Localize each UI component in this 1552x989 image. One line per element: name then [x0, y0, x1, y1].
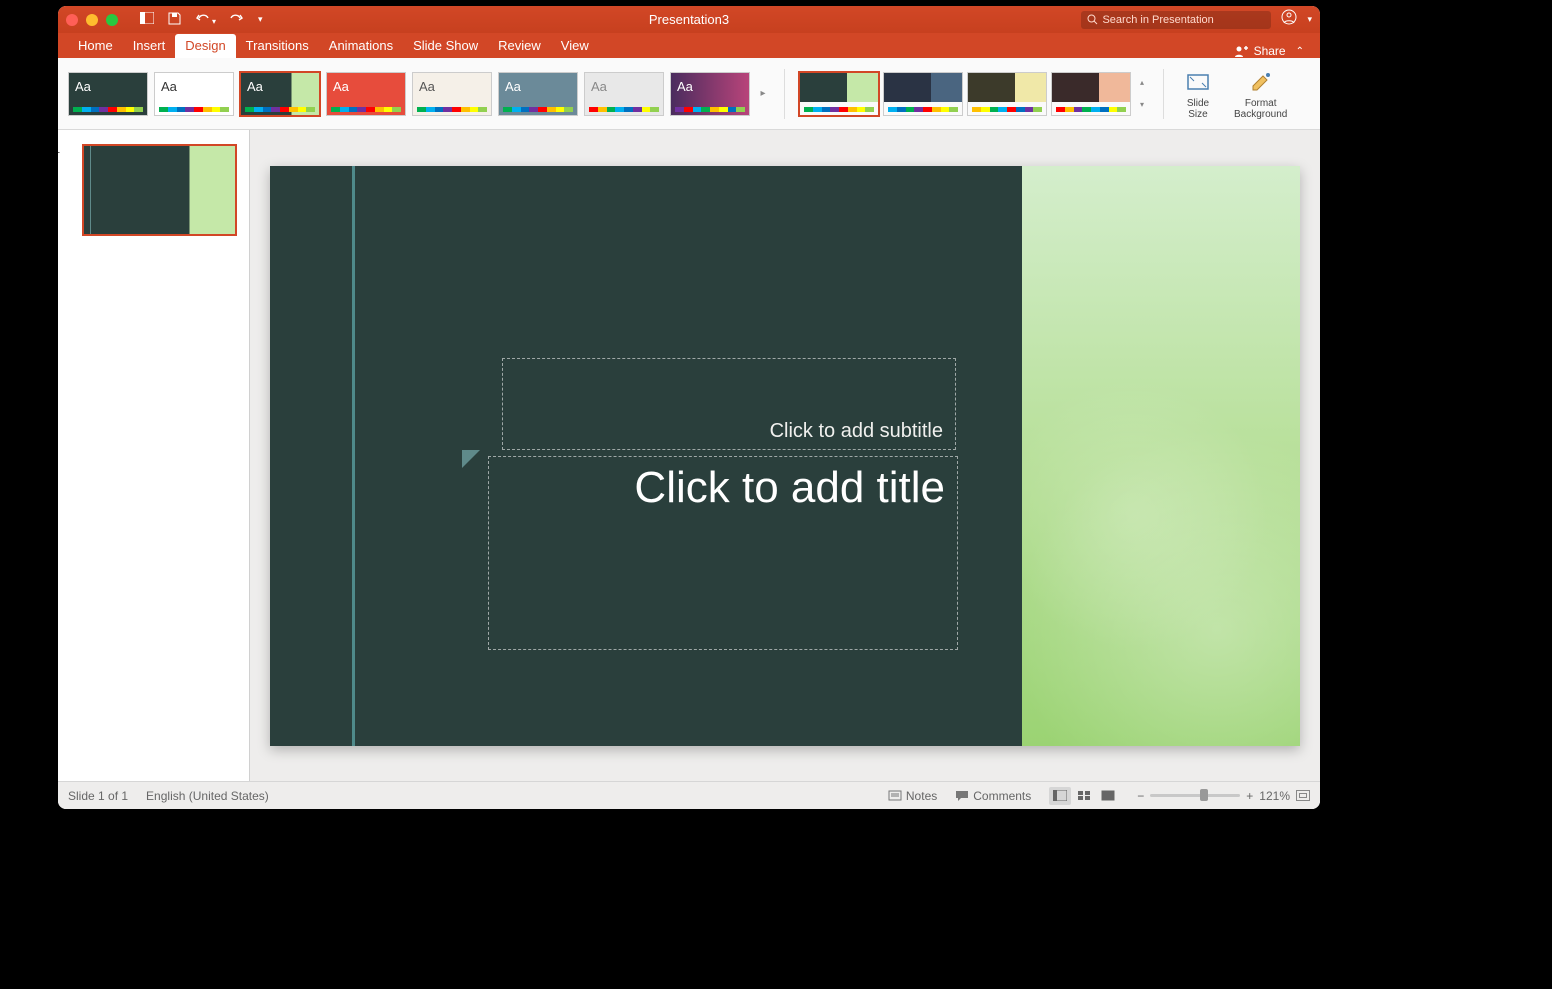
- undo-icon[interactable]: ▾: [195, 12, 216, 27]
- variant-option[interactable]: [1051, 72, 1131, 116]
- reading-view-button[interactable]: [1097, 787, 1119, 805]
- ribbon-tabs: Home Insert Design Transitions Animation…: [58, 33, 1320, 58]
- share-button[interactable]: Share ⌃: [1234, 44, 1310, 58]
- titlebar: ▾ ▾ Presentation3 Search in Presentation…: [58, 6, 1320, 33]
- search-placeholder: Search in Presentation: [1102, 14, 1213, 26]
- tab-insert[interactable]: Insert: [123, 34, 176, 58]
- tab-review[interactable]: Review: [488, 34, 551, 58]
- separator: [784, 69, 785, 119]
- tab-view[interactable]: View: [551, 34, 599, 58]
- theme-option[interactable]: Aa: [412, 72, 492, 116]
- format-background-button[interactable]: Format Background: [1228, 66, 1293, 122]
- tab-design[interactable]: Design: [175, 34, 235, 58]
- variant-option-selected[interactable]: [799, 72, 879, 116]
- redo-icon[interactable]: [230, 12, 244, 27]
- decorative-triangle-icon: [462, 450, 480, 468]
- status-bar: Slide 1 of 1 English (United States) Not…: [58, 781, 1320, 809]
- more-variants-button[interactable]: ▴▾: [1135, 72, 1149, 116]
- tab-home[interactable]: Home: [68, 34, 123, 58]
- subtitle-text: Click to add subtitle: [770, 420, 943, 443]
- tab-transitions[interactable]: Transitions: [236, 34, 319, 58]
- variants-gallery: ▴▾: [799, 72, 1149, 116]
- theme-option[interactable]: Aa: [584, 72, 664, 116]
- slide-size-label: Slide Size: [1187, 98, 1209, 120]
- window-close-button[interactable]: [66, 14, 78, 26]
- title-placeholder[interactable]: Click to add title: [488, 456, 958, 650]
- page-indicator[interactable]: Slide 1 of 1: [68, 789, 128, 803]
- theme-option[interactable]: Aa: [670, 72, 750, 116]
- theme-option[interactable]: Aa: [68, 72, 148, 116]
- comments-button[interactable]: Comments: [955, 789, 1031, 803]
- variant-option[interactable]: [883, 72, 963, 116]
- fit-to-window-button[interactable]: [1296, 790, 1310, 801]
- zoom-slider[interactable]: [1150, 794, 1240, 797]
- slide-background-decor: [1022, 166, 1300, 746]
- panel-toggle-icon[interactable]: [140, 12, 154, 27]
- tab-slideshow[interactable]: Slide Show: [403, 34, 488, 58]
- window-zoom-button[interactable]: [106, 14, 118, 26]
- slide-thumbnail-panel: 1: [58, 130, 250, 781]
- theme-option-selected[interactable]: Aa: [240, 72, 320, 116]
- slide-thumbnail[interactable]: [82, 144, 237, 236]
- zoom-control: − + 121%: [1137, 789, 1310, 803]
- zoom-in-button[interactable]: +: [1246, 789, 1253, 803]
- notes-button[interactable]: Notes: [888, 789, 937, 803]
- normal-view-button[interactable]: [1049, 787, 1071, 805]
- zoom-value[interactable]: 121%: [1259, 789, 1290, 803]
- variant-option[interactable]: [967, 72, 1047, 116]
- language-indicator[interactable]: English (United States): [146, 789, 269, 803]
- zoom-out-button[interactable]: −: [1137, 789, 1144, 803]
- separator: [1163, 69, 1164, 119]
- slide-canvas[interactable]: Click to add subtitle Click to add title: [250, 130, 1320, 781]
- slide-size-button[interactable]: Slide Size: [1178, 66, 1218, 122]
- more-themes-button[interactable]: ▸: [756, 72, 770, 116]
- theme-option[interactable]: Aa: [326, 72, 406, 116]
- window-minimize-button[interactable]: [86, 14, 98, 26]
- search-input[interactable]: Search in Presentation: [1081, 11, 1271, 29]
- qat-chevron-down-icon[interactable]: ▾: [258, 14, 263, 25]
- format-background-label: Format Background: [1234, 98, 1287, 120]
- share-label: Share: [1254, 44, 1286, 58]
- tab-animations[interactable]: Animations: [319, 34, 403, 58]
- save-icon[interactable]: [168, 12, 181, 28]
- account-icon[interactable]: [1281, 9, 1297, 30]
- slide[interactable]: Click to add subtitle Click to add title: [270, 166, 1300, 746]
- design-ribbon: Aa Aa Aa Aa Aa Aa Aa Aa ▸ ▴▾ Slide Size …: [58, 58, 1320, 130]
- slide-sorter-button[interactable]: [1073, 787, 1095, 805]
- chevron-down-icon[interactable]: ▾: [1307, 14, 1312, 25]
- theme-option[interactable]: Aa: [498, 72, 578, 116]
- slide-background-decor: [352, 166, 355, 746]
- thumbnail-index: 1: [58, 144, 60, 156]
- subtitle-placeholder[interactable]: Click to add subtitle: [502, 358, 956, 450]
- title-text: Click to add title: [634, 463, 945, 514]
- themes-gallery: Aa Aa Aa Aa Aa Aa Aa Aa ▸: [68, 72, 770, 116]
- theme-option[interactable]: Aa: [154, 72, 234, 116]
